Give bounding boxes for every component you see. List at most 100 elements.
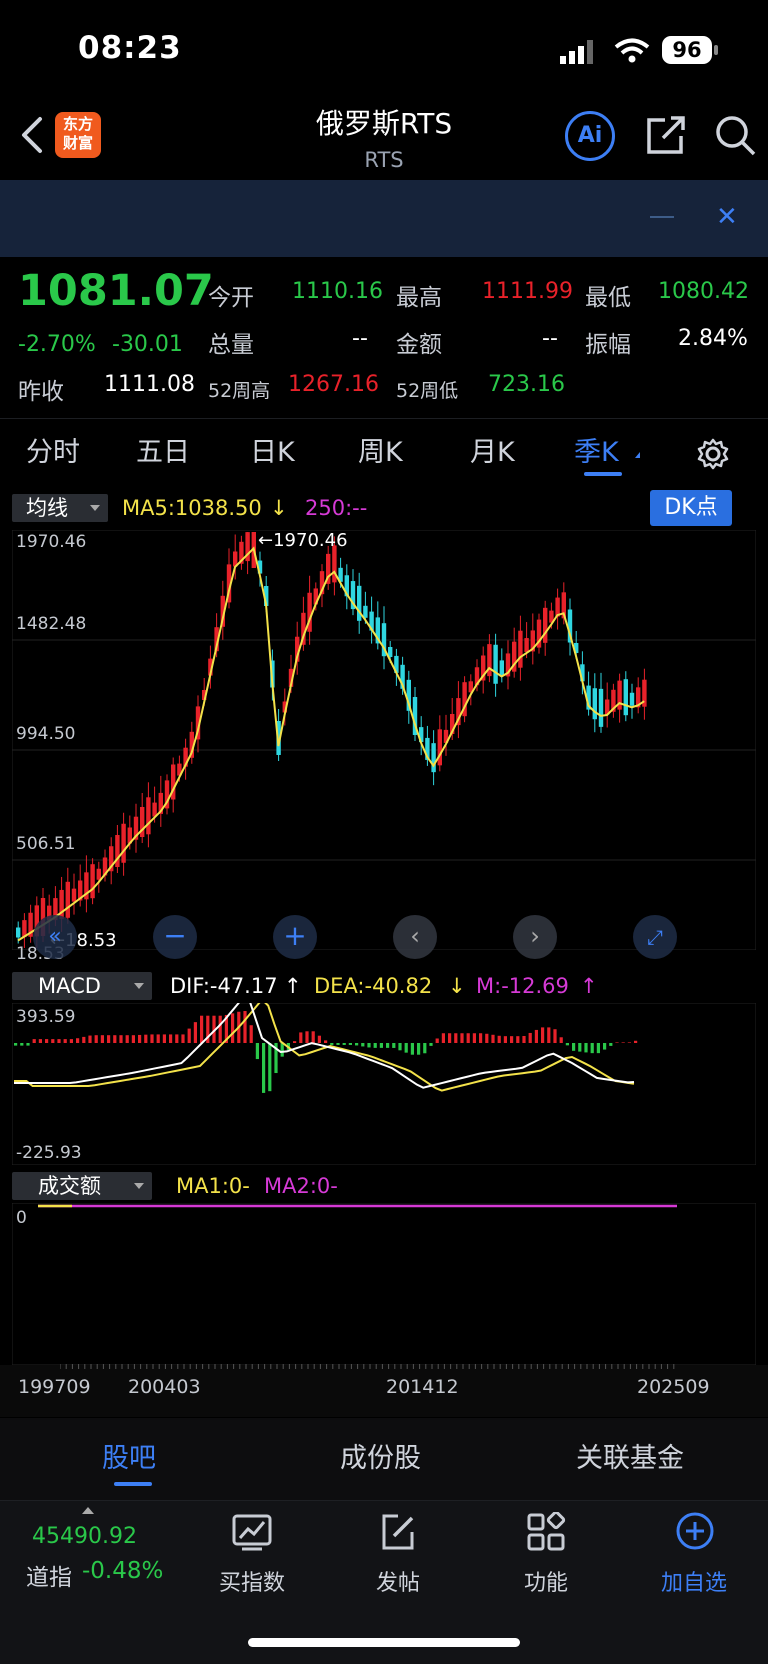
tab-quarter-k[interactable]: 季K xyxy=(574,430,619,469)
ticker-change[interactable]: -0.48% xyxy=(82,1558,163,1584)
dropdown-caret-icon xyxy=(635,452,640,458)
macd-bar xyxy=(51,1039,55,1043)
macd-bar xyxy=(596,1043,600,1054)
bottom-tab-bar: 股吧 成份股 关联基金 xyxy=(0,1418,768,1500)
macd-bar xyxy=(243,1011,247,1043)
ma5-line xyxy=(17,546,645,942)
prev-close-label: 昨收 xyxy=(18,379,64,405)
add-watchlist-icon[interactable] xyxy=(674,1510,716,1552)
macd-bar xyxy=(138,1034,142,1043)
wifi-icon xyxy=(614,38,650,63)
zoom-in-button[interactable]: + xyxy=(273,915,317,959)
macd-selector[interactable]: MACD xyxy=(12,972,152,1000)
macd-m: M:-12.69 xyxy=(476,974,569,998)
macd-bar xyxy=(584,1043,588,1053)
macd-bar xyxy=(342,1043,346,1045)
battery-cap xyxy=(714,45,718,55)
open-value: 1110.16 xyxy=(292,279,383,304)
tab-constituents[interactable]: 成份股 xyxy=(340,1436,421,1475)
macd-bar xyxy=(361,1043,365,1047)
scroll-right-button[interactable]: › xyxy=(513,915,557,959)
week52-low-value: 723.16 xyxy=(488,372,565,397)
scroll-left-button[interactable]: ‹ xyxy=(393,915,437,959)
candle xyxy=(363,605,368,618)
dk-point-button[interactable]: DK点 xyxy=(650,490,732,526)
open-label: 今开 xyxy=(208,285,254,311)
macd-bar xyxy=(379,1043,383,1048)
candle xyxy=(499,660,504,677)
signal-icon xyxy=(560,40,593,64)
home-indicator xyxy=(248,1638,520,1647)
current-price: 1081.07 xyxy=(18,266,214,316)
buy-index-button[interactable]: 买指数 xyxy=(192,1565,312,1597)
y-tick-4: 506.51 xyxy=(16,834,76,854)
macd-bar xyxy=(125,1035,129,1043)
add-watchlist-button[interactable]: 加自选 xyxy=(634,1565,754,1597)
macd-bar xyxy=(57,1039,61,1043)
macd-bar xyxy=(479,1033,483,1043)
macd-bar xyxy=(578,1043,582,1052)
ticker-name[interactable]: 道指 xyxy=(26,1558,72,1592)
amplitude-value: 2.84% xyxy=(678,326,748,351)
ai-button[interactable]: Ai xyxy=(565,111,615,161)
period-tabs: 分时 五日 日K 周K 月K 季K xyxy=(0,420,768,482)
macd-bar xyxy=(541,1027,545,1043)
ticker-value[interactable]: 45490.92 xyxy=(32,1524,137,1549)
prev-close-value: 1111.08 xyxy=(104,372,195,397)
macd-bar xyxy=(311,1031,315,1043)
tab-month-k[interactable]: 月K xyxy=(470,430,515,469)
expand-caret-icon[interactable] xyxy=(82,1507,94,1514)
max-price-label: ←1970.46 xyxy=(258,530,348,551)
functions-button[interactable]: 功能 xyxy=(486,1565,606,1597)
macd-bar xyxy=(404,1043,408,1053)
macd-bar xyxy=(417,1043,421,1055)
macd-bar xyxy=(262,1043,266,1093)
functions-icon[interactable] xyxy=(526,1512,566,1552)
change-value: -30.01 xyxy=(112,332,183,357)
search-icon[interactable] xyxy=(714,114,758,158)
volume-y-tick: 0 xyxy=(16,1208,27,1228)
tab-day-k[interactable]: 日K xyxy=(250,430,295,469)
fullscreen-button[interactable]: ⤢ xyxy=(633,915,677,959)
share-icon[interactable] xyxy=(645,114,687,156)
macd-bar xyxy=(200,1015,204,1043)
buy-index-icon[interactable] xyxy=(232,1512,272,1552)
macd-bar xyxy=(317,1035,321,1043)
macd-dif-arrow: ↑ xyxy=(284,974,302,998)
candle xyxy=(629,692,635,706)
macd-bar xyxy=(255,1043,259,1060)
week52-high-label: 52周高 xyxy=(208,380,271,402)
macd-bar xyxy=(373,1043,377,1048)
macd-bar xyxy=(627,1042,631,1043)
high-value: 1111.99 xyxy=(482,279,573,304)
tab-week-k[interactable]: 周K xyxy=(358,430,403,469)
post-button[interactable]: 发帖 xyxy=(338,1565,458,1597)
macd-bar xyxy=(503,1036,507,1043)
tab-wuri[interactable]: 五日 xyxy=(136,430,190,469)
scroll-left-end-button[interactable]: « xyxy=(33,915,77,959)
banner-close-icon[interactable]: ✕ xyxy=(716,202,738,232)
settings-gear-icon[interactable] xyxy=(697,438,729,470)
macd-bar xyxy=(156,1034,160,1043)
candlestick-chart[interactable] xyxy=(12,530,756,950)
macd-bar xyxy=(187,1028,191,1043)
tab-guba[interactable]: 股吧 xyxy=(102,1436,156,1475)
macd-y-bottom: -225.93 xyxy=(16,1143,82,1163)
candle xyxy=(518,630,523,668)
macd-bar xyxy=(392,1043,396,1048)
macd-bar xyxy=(280,1043,284,1057)
volume-ma2: MA2:0- xyxy=(264,1174,338,1198)
candle xyxy=(623,679,628,716)
candle xyxy=(16,927,21,938)
macd-bar xyxy=(26,1043,30,1046)
tab-related-funds[interactable]: 关联基金 xyxy=(576,1436,684,1475)
volume-selector[interactable]: 成交额 xyxy=(12,1172,152,1200)
tab-fenshi[interactable]: 分时 xyxy=(26,430,80,469)
post-icon[interactable] xyxy=(378,1512,418,1552)
zoom-out-button[interactable]: − xyxy=(153,915,197,959)
macd-bar xyxy=(448,1033,452,1043)
change-pct: -2.70% xyxy=(18,332,96,357)
candle xyxy=(431,743,436,773)
banner-dash xyxy=(650,216,674,218)
ma-selector[interactable]: 均线 xyxy=(12,494,108,522)
